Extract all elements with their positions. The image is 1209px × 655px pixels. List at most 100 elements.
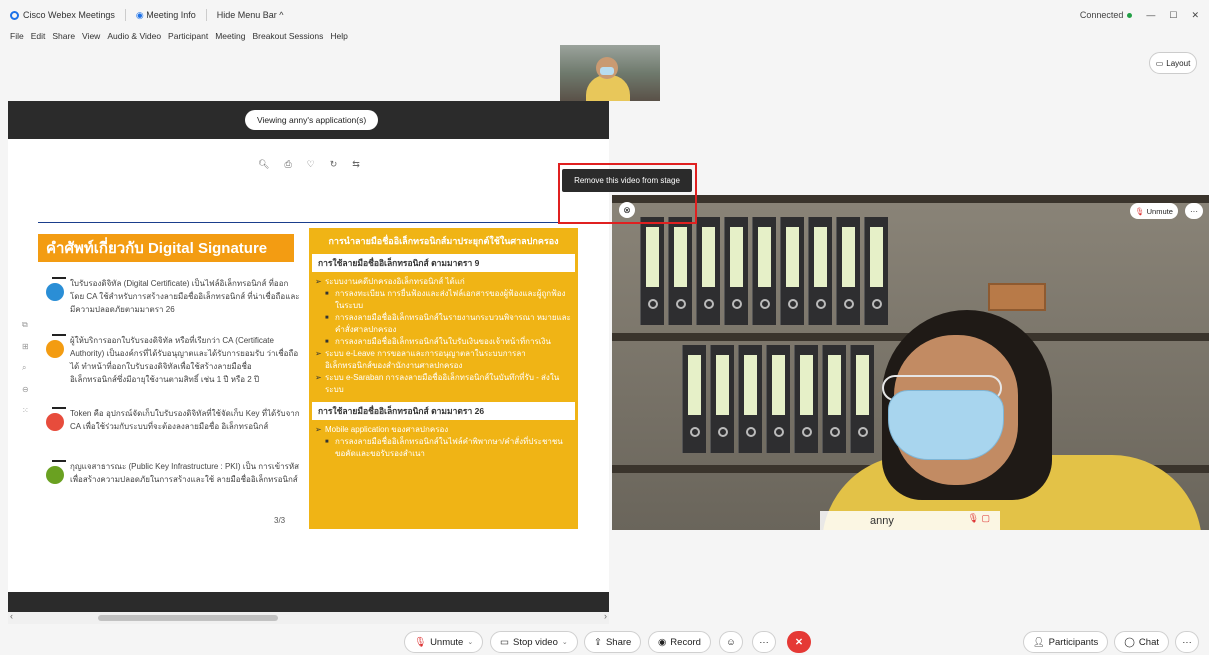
- leave-meeting-button[interactable]: ✕: [787, 631, 811, 653]
- record-icon: ◉: [658, 636, 667, 648]
- menu-bar: File Edit Share View Audio & Video Parti…: [0, 28, 348, 44]
- connected-dot-icon: [1127, 13, 1133, 19]
- menu-view[interactable]: View: [82, 31, 100, 41]
- layout-label: Layout: [1166, 58, 1191, 68]
- panel-line: การลงลายมือชื่ออิเล็กทรอนิกส์ในไฟล์คำพิพ…: [315, 436, 572, 460]
- participant-video[interactable]: [612, 195, 1209, 530]
- share-button[interactable]: ⇪ Share: [584, 631, 642, 653]
- share-icon: ⇪: [594, 636, 602, 648]
- close-button[interactable]: ✕: [1191, 10, 1199, 21]
- certificate-icon: [46, 277, 66, 305]
- horizontal-scrollbar[interactable]: ‹ ›: [8, 611, 609, 624]
- menu-help[interactable]: Help: [330, 31, 347, 41]
- zoom-out-icon[interactable]: ⊖: [22, 385, 29, 394]
- zoom-icon[interactable]: 🔍︎: [258, 159, 269, 170]
- heart-icon[interactable]: ♡: [307, 159, 315, 170]
- binder: [724, 217, 748, 325]
- viewing-application-pill[interactable]: Viewing anny's application(s): [245, 110, 379, 130]
- menu-audio-video[interactable]: Audio & Video: [107, 31, 161, 41]
- hide-menu-bar-button[interactable]: Hide Menu Bar ^: [217, 10, 284, 20]
- binder: [640, 217, 664, 325]
- chevron-down-icon[interactable]: ⌄: [467, 638, 473, 646]
- menu-share[interactable]: Share: [52, 31, 75, 41]
- chevron-down-icon[interactable]: ⌄: [562, 638, 568, 646]
- token-icon: [46, 407, 66, 435]
- side-toolbar: ⧉ ⊞ ⌕ ⊖ ⁙: [22, 320, 29, 415]
- connection-status: Connected: [1080, 10, 1133, 20]
- binder: [738, 345, 762, 453]
- menu-participant[interactable]: Participant: [168, 31, 208, 41]
- document-toolbar: 🔍︎ ⎙ ♡ ↻ ⇆: [258, 159, 360, 170]
- panel-line: ระบบ e-Leave การขอลาและการอนุญาตลาในระบบ…: [315, 348, 572, 372]
- thumbnail-mask: [600, 67, 614, 75]
- grid-icon[interactable]: ⁙: [22, 406, 29, 415]
- binder: [766, 345, 790, 453]
- participant-name-tag: anny 🎙︎ ▢: [820, 511, 1000, 530]
- scroll-right-icon[interactable]: ›: [604, 611, 607, 621]
- shelf-cubby: [988, 283, 1046, 311]
- share-footer-bar: [8, 592, 609, 612]
- layout-button[interactable]: ▭ Layout: [1149, 52, 1197, 74]
- participants-button[interactable]: 👤︎ Participants: [1022, 631, 1109, 653]
- minimize-button[interactable]: —: [1146, 10, 1155, 20]
- term-digital-certificate: ใบรับรองดิจิทัล (Digital Certificate) เป…: [46, 277, 300, 316]
- divider: [124, 9, 126, 21]
- record-button[interactable]: ◉ Record: [648, 631, 711, 653]
- highlight-box: [558, 163, 697, 224]
- thumbnail-icon[interactable]: ⧉: [22, 320, 29, 330]
- slide-divider: [38, 222, 578, 223]
- stop-video-button[interactable]: ▭ Stop video ⌄: [490, 631, 578, 653]
- menu-meeting[interactable]: Meeting: [215, 31, 245, 41]
- reactions-button[interactable]: ☺: [719, 631, 743, 653]
- binder: [836, 217, 860, 325]
- muted-mic-icon: 🎙︎ ▢: [967, 513, 990, 523]
- search-icon[interactable]: ⌕: [22, 363, 29, 373]
- print-icon[interactable]: ⎙: [284, 159, 291, 170]
- meeting-info-button[interactable]: ◉ Meeting Info: [136, 10, 196, 21]
- participant-more-button[interactable]: ···: [1185, 203, 1203, 219]
- layout-icon: ▭: [1155, 58, 1164, 68]
- menu-breakout-sessions[interactable]: Breakout Sessions: [252, 31, 323, 41]
- participants-icon: 👤︎: [1032, 636, 1045, 648]
- meeting-control-bar: 🎙︎ Unmute ⌄ ▭ Stop video ⌄ ⇪ Share ◉ Rec…: [0, 628, 1209, 655]
- slide-page-number: 3/3: [274, 516, 286, 525]
- unmute-button[interactable]: 🎙︎ Unmute ⌄: [404, 631, 484, 653]
- lock-icon: [46, 460, 66, 488]
- rotate-icon[interactable]: ↻: [330, 159, 338, 170]
- panel-line: การลงลายมือชื่ออิเล็กทรอนิกส์ในใบรับเงิน…: [315, 336, 572, 348]
- application-panel: การนำลายมือชื่ออิเล็กทรอนิกส์มาประยุกต์ใ…: [309, 228, 578, 529]
- term-token: Token คือ อุปกรณ์จัดเก็บใบรับรองดิจิทัลท…: [46, 407, 300, 435]
- binder: [808, 217, 832, 325]
- section-2-title: การใช้ลายมือชื่ออิเล็กทรอนิกส์ ตามมาตรา …: [312, 402, 575, 420]
- term-pki: กุญแจสาธารณะ (Public Key Infrastructure …: [46, 460, 300, 488]
- term-ca: ผู้ให้บริการออกใบรับรองดิจิทัล หรือที่เร…: [46, 334, 300, 386]
- scrollbar-thumb[interactable]: [98, 615, 278, 621]
- binder: [710, 345, 734, 453]
- more-panels-button[interactable]: ···: [1175, 631, 1199, 653]
- panel-line: ระบบ e-Saraban การลงลายมือชื่ออิเล็กทรอน…: [315, 372, 572, 396]
- panel-line: การลงลายมือชื่ออิเล็กทรอนิกส์ในรายงานกระ…: [315, 312, 572, 336]
- panel-line: ระบบงานคดีปกครองอิเล็กทรอนิกส์ ได้แก่: [315, 276, 572, 288]
- binder: [794, 345, 818, 453]
- maximize-button[interactable]: ☐: [1169, 10, 1177, 21]
- more-options-button[interactable]: ···: [752, 631, 776, 653]
- scroll-left-icon[interactable]: ‹: [10, 611, 13, 621]
- webex-logo-icon: [10, 11, 19, 21]
- self-view-thumbnail[interactable]: [560, 45, 660, 101]
- binder: [822, 345, 846, 453]
- bookmark-icon[interactable]: ⊞: [22, 342, 29, 351]
- app-title: Cisco Webex Meetings: [10, 10, 115, 21]
- authority-icon: [46, 334, 66, 362]
- divider: [205, 9, 207, 21]
- fit-icon[interactable]: ⇆: [352, 159, 360, 170]
- binder: [696, 217, 720, 325]
- panel-controls: 👤︎ Participants ◯ Chat ···: [1022, 631, 1199, 653]
- participant-unmute-button[interactable]: 🎙︎ Unmute: [1130, 203, 1178, 219]
- menu-edit[interactable]: Edit: [31, 31, 46, 41]
- panel-heading: การนำลายมือชื่ออิเล็กทรอนิกส์มาประยุกต์ใ…: [328, 236, 559, 246]
- menu-file[interactable]: File: [10, 31, 24, 41]
- chat-button[interactable]: ◯ Chat: [1114, 631, 1169, 653]
- panel-line: Mobile application ของศาลปกครอง: [315, 424, 572, 436]
- binder: [850, 345, 874, 453]
- binder: [682, 345, 706, 453]
